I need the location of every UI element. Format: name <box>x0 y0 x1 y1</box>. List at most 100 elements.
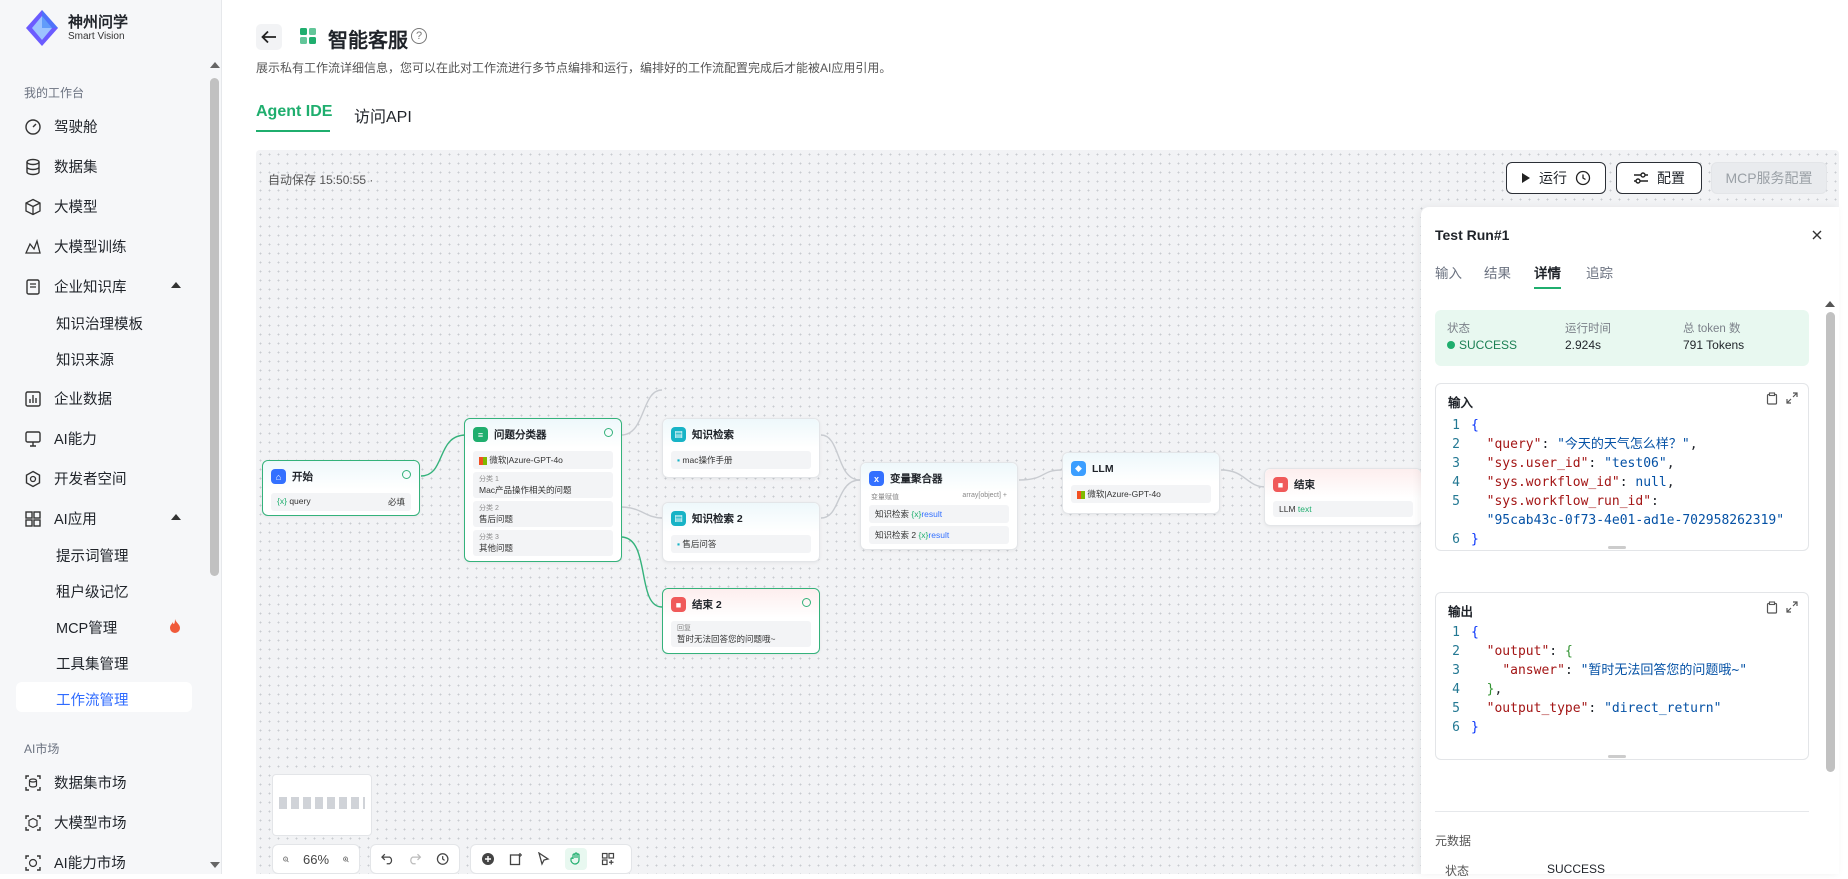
class1-value: Mac产品操作相关的问题 <box>479 485 572 495</box>
tab-input[interactable]: 输入 <box>1435 262 1462 282</box>
tab-access-api[interactable]: 访问API <box>354 103 412 127</box>
history-icon[interactable] <box>436 852 449 866</box>
end-icon: ■ <box>1273 477 1288 492</box>
minimap[interactable] <box>272 774 372 836</box>
metadata-status-key: 状态 <box>1445 864 1470 878</box>
tab-result[interactable]: 结果 <box>1484 262 1511 282</box>
node-knowledge-retrieval-2[interactable]: ▤ 知识检索 2 ▪ 售后问答 <box>662 502 820 562</box>
expand-icon[interactable] <box>1786 392 1798 404</box>
llm-model: 微软|Azure-GPT-4o <box>1087 489 1161 499</box>
sidebar-item-dataset-market[interactable]: 数据集市场 <box>24 772 194 793</box>
close-icon[interactable] <box>1811 229 1823 241</box>
node-title: 问题分类器 <box>494 429 547 441</box>
node-title: 知识检索 <box>692 429 734 441</box>
chevron-up-icon[interactable] <box>171 282 181 288</box>
sidebar-item-mcp[interactable]: MCP管理 <box>56 617 117 638</box>
zoom-level[interactable]: 66% <box>303 852 329 867</box>
end-source: LLM <box>1279 504 1296 514</box>
node-end-2[interactable]: ■ 结束 2 回复 暂时无法回答您的问题哦~ <box>662 588 820 654</box>
sidebar-item-cockpit[interactable]: 驾驶舱 <box>24 116 194 137</box>
sidebar-item-ai-ability[interactable]: AI能力 <box>24 428 194 449</box>
agg-header-2: array[object] <box>962 492 1001 499</box>
database-icon <box>26 158 40 175</box>
sidebar-item-ai-app[interactable]: AI应用 <box>24 508 194 529</box>
node-llm[interactable]: ◆ LLM 微软|Azure-GPT-4o <box>1062 452 1220 514</box>
sidebar-item-label: 大模型 <box>54 200 98 216</box>
sidebar-item-model[interactable]: 大模型 <box>24 196 194 217</box>
agg-row2-name: 知识检索 2 <box>875 530 917 540</box>
sidebar-item-label: AI应用 <box>54 512 97 528</box>
sidebar-item-knowledge-template[interactable]: 知识治理模板 <box>56 313 143 334</box>
check-icon <box>802 598 811 607</box>
sidebar-item-knowledge[interactable]: 企业知识库 <box>24 276 194 297</box>
node-classifier[interactable]: ≡ 问题分类器 微软|Azure-GPT-4o 分类 1 Mac产品操作相关的问题 … <box>464 418 622 562</box>
add-note-icon[interactable] <box>509 852 523 866</box>
resize-handle[interactable] <box>1608 755 1626 758</box>
sidebar-item-label: 驾驶舱 <box>54 120 98 136</box>
panel-scroll-up-icon[interactable] <box>1825 301 1835 307</box>
stat-token-label: 总 token 数 <box>1683 323 1741 335</box>
agg-row2-var: result <box>928 530 950 540</box>
panel-scrollbar[interactable] <box>1826 312 1835 772</box>
redo-icon[interactable] <box>408 853 422 865</box>
chevron-up-icon[interactable] <box>171 514 181 520</box>
sidebar-item-model-market[interactable]: 大模型市场 <box>24 812 194 833</box>
sidebar-scrollbar[interactable] <box>210 78 219 576</box>
expand-icon[interactable] <box>1786 601 1798 613</box>
edit-toolbar <box>470 844 632 874</box>
logo[interactable]: 神州问学 Smart Vision <box>22 8 128 48</box>
stat-time-label: 运行时间 <box>1565 323 1611 335</box>
section-my-workspace: 我的工作台 <box>24 86 85 100</box>
section-ai-market: AI市场 <box>24 742 60 756</box>
back-button[interactable] <box>256 24 282 50</box>
sidebar-item-memory[interactable]: 租户级记忆 <box>56 581 129 602</box>
tab-active-underline <box>1534 287 1561 289</box>
sidebar-item-prompt[interactable]: 提示词管理 <box>56 545 129 566</box>
copy-icon[interactable] <box>1766 601 1778 614</box>
sidebar-item-workflow[interactable]: 工作流管理 <box>56 689 129 710</box>
sidebar-item-label: 企业数据 <box>54 392 112 408</box>
scroll-up-arrow-icon[interactable] <box>210 62 220 68</box>
cube-icon <box>25 198 41 215</box>
layout-icon[interactable] <box>601 852 615 866</box>
sidebar-item-enterprise-data[interactable]: 企业数据 <box>24 388 194 409</box>
node-knowledge-retrieval-1[interactable]: ▤ 知识检索 ▪ mac操作手册 <box>662 418 820 478</box>
copy-icon[interactable] <box>1766 392 1778 405</box>
sidebar-item-training[interactable]: 大模型训练 <box>24 236 194 257</box>
end2-value: 暂时无法回答您的问题哦~ <box>677 634 776 644</box>
hand-tool-button[interactable] <box>565 848 587 870</box>
sidebar-item-dataset[interactable]: 数据集 <box>24 156 194 177</box>
check-icon <box>402 470 411 479</box>
market-ability-icon <box>25 854 41 871</box>
chart-icon <box>25 390 41 407</box>
fire-icon <box>170 619 180 633</box>
sidebar-item-dev-space[interactable]: 开发者空间 <box>24 468 194 489</box>
workflow-app-icon <box>300 28 316 44</box>
zoom-in-icon[interactable] <box>343 853 349 866</box>
sidebar-item-ability-market[interactable]: AI能力市场 <box>24 852 194 873</box>
hand-icon <box>570 852 580 865</box>
kb1-item: mac操作手册 <box>682 455 733 465</box>
zoom-out-icon[interactable] <box>283 853 289 866</box>
tab-agent-ide[interactable]: Agent IDE <box>256 103 332 121</box>
brand-name: 神州问学 <box>68 13 129 31</box>
pointer-icon[interactable] <box>537 852 551 866</box>
help-icon[interactable]: ? <box>411 28 427 44</box>
node-title: 结束 2 <box>692 599 722 611</box>
node-end[interactable]: ■ 结束 LLM text <box>1264 468 1422 526</box>
sidebar-item-toolset[interactable]: 工具集管理 <box>56 653 129 674</box>
undo-icon[interactable] <box>381 853 394 865</box>
resize-handle[interactable] <box>1608 546 1626 549</box>
scroll-down-arrow-icon[interactable] <box>210 862 220 868</box>
sidebar-item-label: 大模型训练 <box>54 240 127 256</box>
metadata-label: 元数据 <box>1435 834 1472 848</box>
status-dot-icon <box>1447 341 1455 349</box>
node-variable-aggregator[interactable]: x 变量聚合器 变量赋值 array[object] + 知识检索 {x}resul… <box>860 462 1018 550</box>
tab-trace[interactable]: 追踪 <box>1586 262 1613 282</box>
sidebar-item-knowledge-source[interactable]: 知识来源 <box>56 349 114 370</box>
node-start[interactable]: ⌂ 开始 {x} query 必填 <box>262 460 420 516</box>
check-icon <box>604 428 613 437</box>
sidebar: 神州问学 Smart Vision 我的工作台 驾驶舱 数据集 大模型 大模型训… <box>0 0 222 874</box>
tab-detail[interactable]: 详情 <box>1534 262 1561 282</box>
add-node-icon[interactable] <box>481 852 495 866</box>
